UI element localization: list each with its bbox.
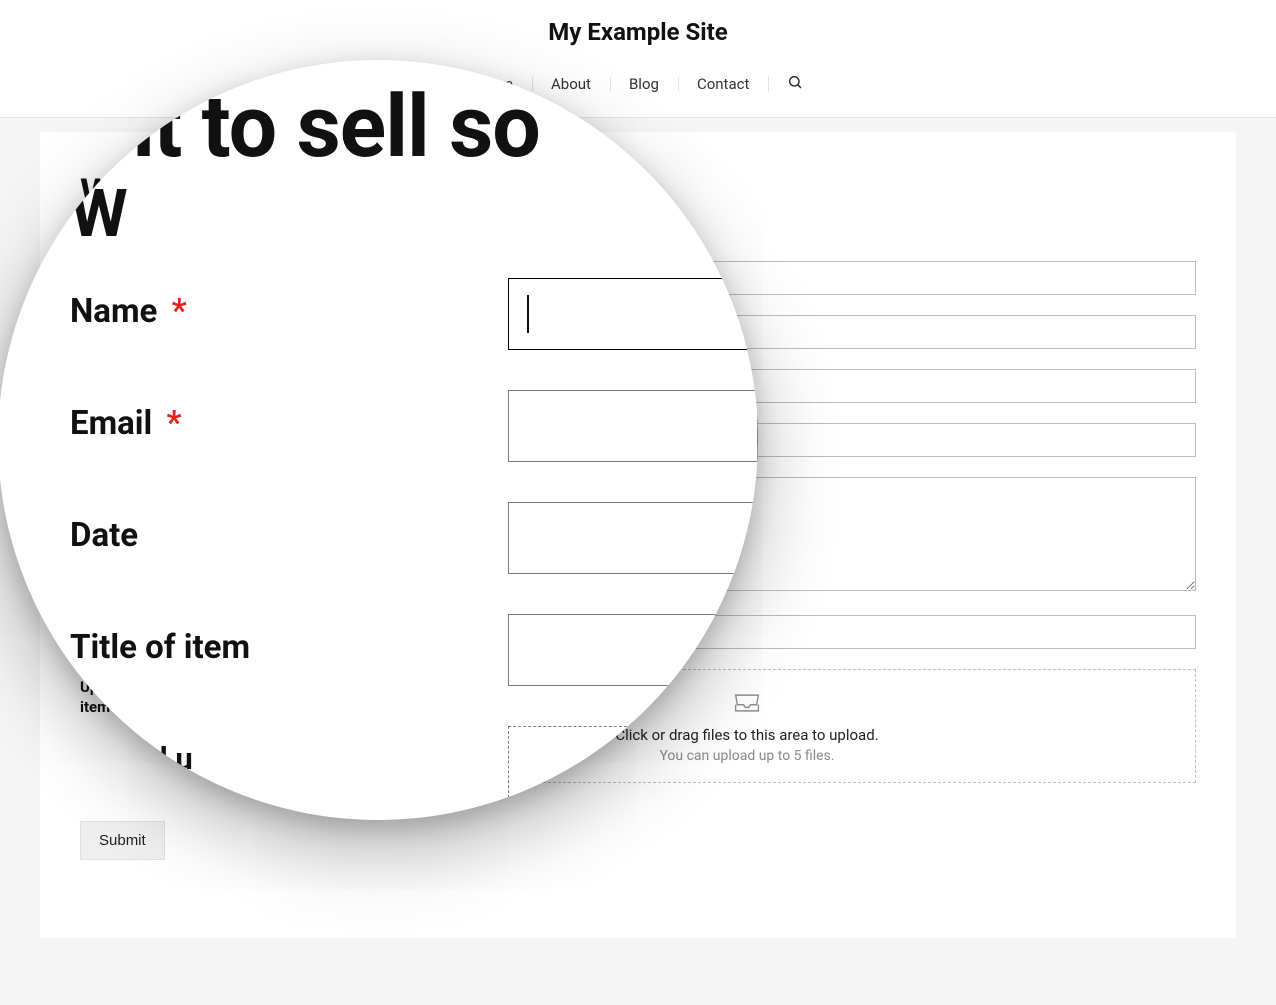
mag-date-input[interactable]	[508, 502, 758, 574]
mag-label-email: Email *	[70, 390, 508, 443]
site-title: My Example Site	[0, 12, 1276, 64]
mag-required-mark: *	[172, 292, 187, 331]
mag-row-name: Name *	[70, 278, 758, 350]
nav-search-button[interactable]	[768, 64, 822, 104]
mag-row-title: Title of item	[70, 614, 758, 686]
submit-button[interactable]: Submit	[80, 821, 165, 860]
mag-title-input[interactable]	[508, 614, 758, 686]
mag-heading-partial-2: W	[70, 176, 128, 253]
mag-name-input[interactable]	[508, 278, 758, 350]
mag-upload-dropzone[interactable]	[508, 726, 758, 798]
mag-row-upload: Upload u your item	[70, 726, 758, 818]
mag-upload-line1: Upload u	[70, 740, 193, 777]
magnifier-lens: nt to sell so W Name * Email *	[0, 60, 758, 820]
mag-upload-line2: your item	[70, 779, 202, 816]
mag-label-title: Title of item	[70, 614, 508, 667]
mag-label-date: Date	[70, 502, 508, 555]
mag-label-name-text: Name	[70, 292, 157, 331]
mag-row-date: Date	[70, 502, 758, 574]
search-icon	[787, 74, 803, 94]
mag-required-mark: *	[166, 404, 181, 443]
mag-label-upload: Upload u your item	[70, 726, 508, 818]
mag-label-email-text: Email	[70, 404, 152, 443]
mag-row-email: Email *	[70, 390, 758, 462]
mag-email-input[interactable]	[508, 390, 758, 462]
mag-heading-partial: nt to sell so	[106, 84, 540, 170]
text-caret-icon	[527, 295, 529, 333]
mag-label-name: Name *	[70, 278, 508, 331]
